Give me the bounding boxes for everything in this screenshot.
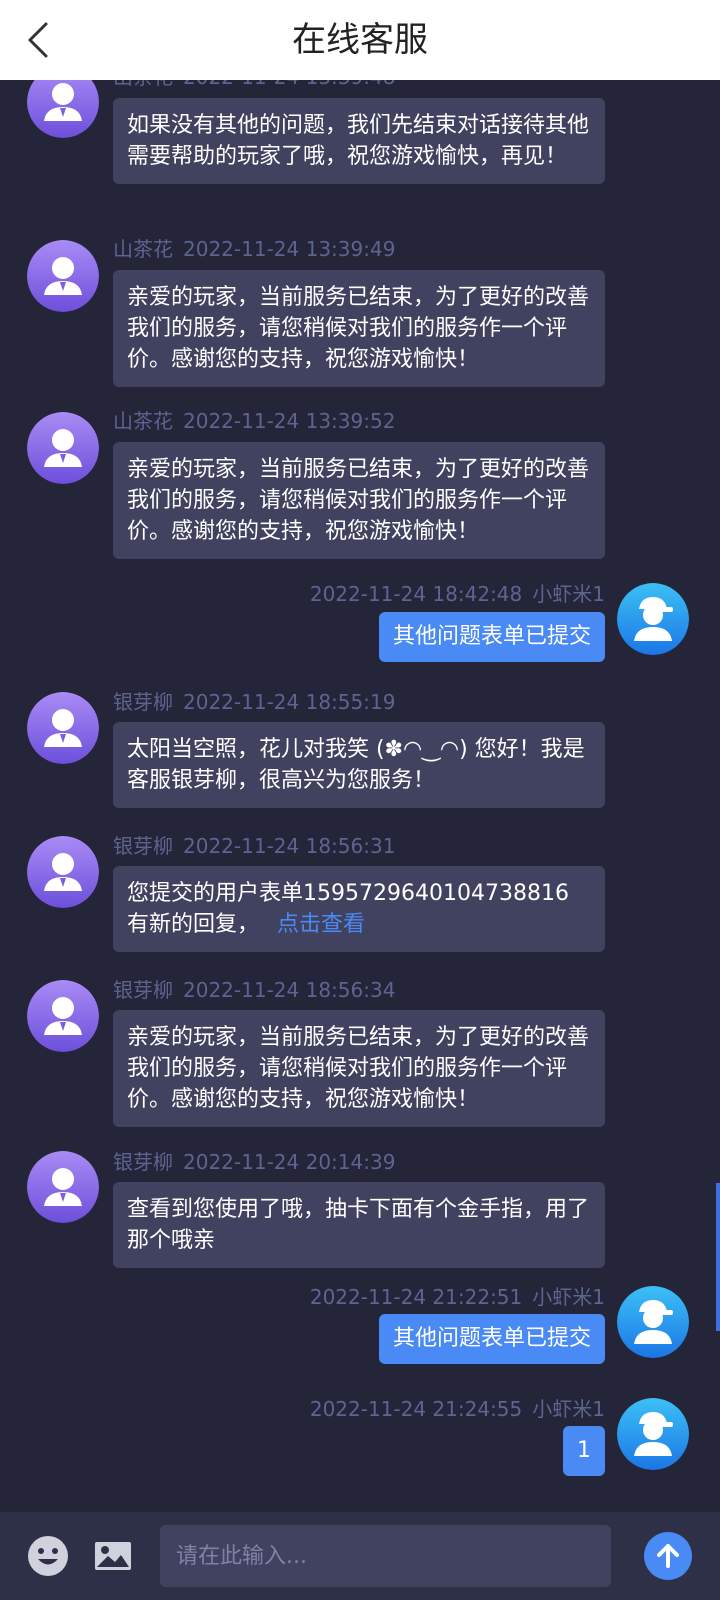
message-bubble: 亲爱的玩家，当前服务已结束，为了更好的改善我们的服务，请您稍候对我们的服务作一个… <box>113 1010 605 1127</box>
message-time: 2022-11-24 21:22:51 <box>309 1285 523 1309</box>
message-time: 2022-11-24 18:56:34 <box>183 978 396 1002</box>
message-bubble: 您提交的用户表单1595729640104738816 有新的回复， 点击查看 <box>113 866 605 952</box>
message-bubble: 其他问题表单已提交 <box>378 612 605 662</box>
sender-name: 小虾米1 <box>532 1285 605 1309</box>
emoji-button[interactable] <box>26 1534 70 1578</box>
sender-name: 小虾米1 <box>532 1397 605 1421</box>
message-time: 2022-11-24 13:39:48 <box>183 80 395 89</box>
message-time: 2022-11-24 21:24:55 <box>309 1397 523 1421</box>
view-reply-link[interactable]: 点击查看 <box>277 912 365 937</box>
agent-avatar-icon[interactable] <box>27 836 99 908</box>
sender-name: 山茶花 <box>113 409 173 433</box>
message-meta: 银芽柳 2022-11-24 20:14:39 <box>113 1149 395 1175</box>
sender-name: 银芽柳 <box>113 834 173 858</box>
message-meta: 2022-11-24 21:24:55 小虾米1 <box>310 1396 605 1422</box>
agent-avatar-icon[interactable] <box>27 1151 99 1223</box>
message-time: 2022-11-24 13:39:52 <box>183 409 396 433</box>
message-bubble: 亲爱的玩家，当前服务已结束，为了更好的改善我们的服务，请您稍候对我们的服务作一个… <box>113 442 605 559</box>
scrollbar[interactable] <box>716 1183 720 1331</box>
user-avatar-icon[interactable] <box>617 1398 689 1470</box>
smiley-icon <box>28 1536 68 1576</box>
message-bubble: 如果没有其他的问题，我们先结束对话接待其他需要帮助的玩家了哦，祝您游戏愉快，再见… <box>113 98 605 184</box>
send-button[interactable] <box>644 1532 692 1580</box>
sender-name: 小虾米1 <box>532 582 605 606</box>
message-meta: 2022-11-24 21:22:51 小虾米1 <box>310 1284 605 1310</box>
agent-avatar-icon[interactable] <box>27 980 99 1052</box>
message-time: 2022-11-24 18:56:31 <box>183 834 396 858</box>
sender-name: 银芽柳 <box>113 1150 173 1174</box>
sender-name: 山茶花 <box>113 237 173 261</box>
message-bubble: 1 <box>563 1426 605 1476</box>
image-icon <box>95 1542 131 1570</box>
message-meta: 山茶花 2022-11-24 13:39:49 <box>113 236 395 262</box>
top-bar: 在线客服 <box>0 0 720 80</box>
message-time: 2022-11-24 13:39:49 <box>183 237 396 261</box>
input-bar <box>0 1512 720 1600</box>
user-avatar-icon[interactable] <box>617 583 689 655</box>
user-avatar-icon[interactable] <box>617 1286 689 1358</box>
message-bubble: 太阳当空照，花儿对我笑 (✽◠‿◠) 您好！我是客服银芽柳，很高兴为您服务！ <box>113 722 605 808</box>
page-title: 在线客服 <box>292 20 428 60</box>
message-list[interactable]: 山茶花 2022-11-24 13:39:48 如果没有其他的问题，我们先结束对话… <box>0 80 720 1512</box>
agent-avatar-icon[interactable] <box>27 412 99 484</box>
message-bubble: 其他问题表单已提交 <box>378 1314 605 1364</box>
message-meta: 银芽柳 2022-11-24 18:56:31 <box>113 833 395 859</box>
message-meta: 山茶花 2022-11-24 13:39:48 <box>113 80 395 90</box>
message-bubble: 亲爱的玩家，当前服务已结束，为了更好的改善我们的服务，请您稍候对我们的服务作一个… <box>113 270 605 387</box>
message-time: 2022-11-24 18:55:19 <box>183 690 396 714</box>
agent-avatar-icon[interactable] <box>27 692 99 764</box>
sender-name: 银芽柳 <box>113 978 173 1002</box>
message-meta: 山茶花 2022-11-24 13:39:52 <box>113 408 395 434</box>
agent-avatar-icon[interactable] <box>27 80 99 138</box>
message-time: 2022-11-24 18:42:48 <box>309 582 523 606</box>
sender-name: 银芽柳 <box>113 690 173 714</box>
message-input[interactable] <box>160 1525 611 1587</box>
message-meta: 银芽柳 2022-11-24 18:55:19 <box>113 689 395 715</box>
message-meta: 2022-11-24 18:42:48 小虾米1 <box>310 581 605 607</box>
message-meta: 银芽柳 2022-11-24 18:56:34 <box>113 977 395 1003</box>
agent-avatar-icon[interactable] <box>27 240 99 312</box>
arrow-up-icon <box>657 1544 679 1568</box>
sender-name: 山茶花 <box>113 80 173 89</box>
message-time: 2022-11-24 20:14:39 <box>183 1150 396 1174</box>
message-bubble: 查看到您使用了哦，抽卡下面有个金手指，用了那个哦亲 <box>113 1182 605 1268</box>
image-button[interactable] <box>93 1536 133 1576</box>
